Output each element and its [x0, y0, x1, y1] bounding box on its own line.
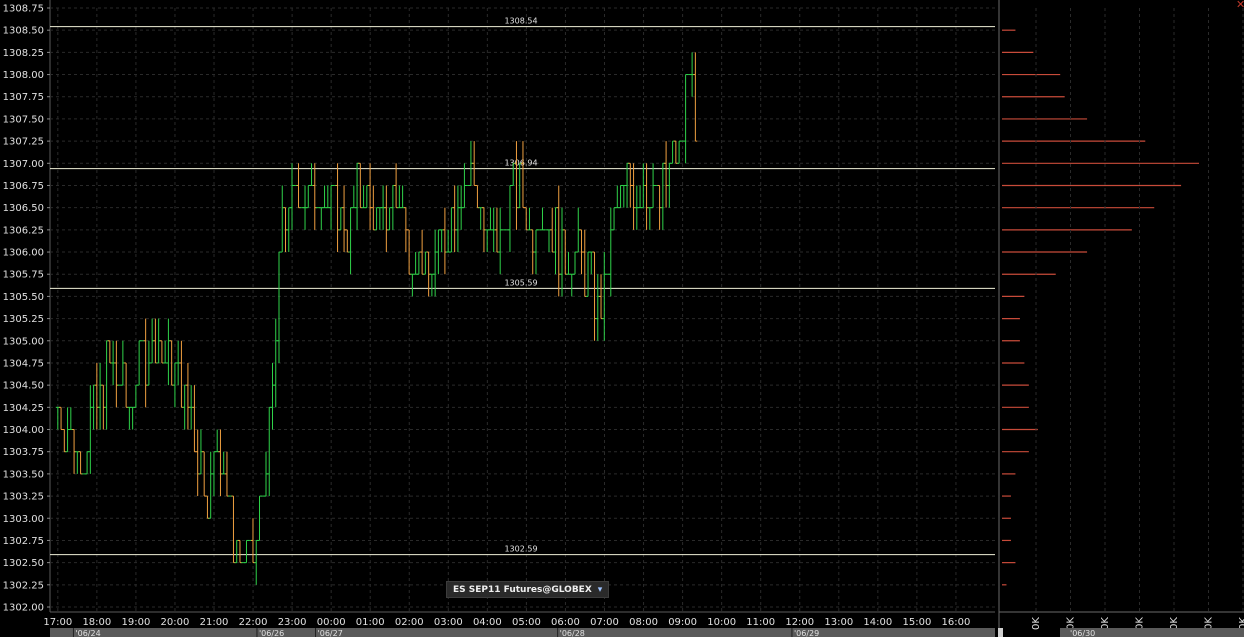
y-tick-label: 1302.00	[3, 603, 44, 614]
profile-tick-label: 0K	[1169, 617, 1180, 630]
y-tick-label: 1304.00	[3, 425, 44, 436]
y-tick-label: 1304.25	[3, 403, 44, 414]
y-tick-label: 1308.25	[3, 48, 44, 59]
x-tick-label: 08:00	[629, 617, 658, 628]
date-label: '06/29	[794, 629, 819, 637]
x-tick-label: 10:00	[707, 617, 736, 628]
profile-tick-label: 0K	[1066, 617, 1077, 630]
profile-date-label: '06/30	[1070, 629, 1095, 637]
profile-tick-label: 0K	[1031, 617, 1042, 630]
y-tick-label: 1305.25	[3, 314, 44, 325]
x-tick-label: 16:00	[942, 617, 971, 628]
y-tick-label: 1307.50	[3, 114, 44, 125]
y-tick-label: 1307.00	[3, 159, 44, 170]
x-tick-label: 09:00	[668, 617, 697, 628]
instrument-link-icon[interactable]: ▾	[598, 582, 603, 599]
y-tick-label: 1306.50	[3, 203, 44, 214]
x-tick-label: 12:00	[785, 617, 814, 628]
profile-tick-label: 0K	[1135, 617, 1146, 630]
profile-tick-label: 0K	[1204, 617, 1215, 630]
y-tick-label: 1305.75	[3, 270, 44, 281]
x-tick-label: 07:00	[590, 617, 619, 628]
x-tick-label: 14:00	[863, 617, 892, 628]
x-tick-label: 05:00	[512, 617, 541, 628]
profile-tick-label: 0K	[1238, 617, 1244, 630]
x-tick-label: 23:00	[278, 617, 307, 628]
level-label: 1302.59	[504, 545, 537, 554]
y-tick-label: 1307.75	[3, 92, 44, 103]
date-strip	[50, 628, 995, 637]
y-tick-label: 1303.50	[3, 469, 44, 480]
y-tick-label: 1303.75	[3, 447, 44, 458]
y-tick-label: 1304.50	[3, 381, 44, 392]
y-tick-label: 1304.75	[3, 358, 44, 369]
instrument-label[interactable]: ES SEP11 Futures@GLOBEX ▾	[446, 581, 610, 599]
x-tick-label: 21:00	[200, 617, 229, 628]
x-tick-label: 04:00	[473, 617, 502, 628]
x-tick-label: 11:00	[746, 617, 775, 628]
x-tick-label: 20:00	[161, 617, 190, 628]
x-tick-label: 06:00	[551, 617, 580, 628]
y-tick-label: 1303.25	[3, 492, 44, 503]
x-tick-label: 02:00	[395, 617, 424, 628]
y-tick-label: 1305.50	[3, 292, 44, 303]
date-label: '06/28	[560, 629, 585, 637]
level-label: 1308.54	[504, 17, 537, 26]
x-tick-label: 03:00	[434, 617, 463, 628]
date-label: '06/26	[259, 629, 284, 637]
date-label: '06/24	[75, 629, 100, 637]
instrument-label-text: ES SEP11 Futures@GLOBEX	[453, 585, 592, 595]
x-tick-label: 17:00	[43, 617, 72, 628]
x-tick-label: 18:00	[82, 617, 111, 628]
x-tick-label: 13:00	[824, 617, 853, 628]
y-tick-label: 1306.75	[3, 181, 44, 192]
y-tick-label: 1302.25	[3, 580, 44, 591]
y-tick-label: 1306.00	[3, 248, 44, 259]
y-tick-label: 1303.00	[3, 514, 44, 525]
profile-tick-label: 0K	[1100, 617, 1111, 630]
x-tick-label: 19:00	[121, 617, 150, 628]
y-tick-label: 1308.50	[3, 26, 44, 37]
y-tick-label: 1302.50	[3, 558, 44, 569]
x-tick-label: 15:00	[902, 617, 931, 628]
level-label: 1305.59	[504, 278, 537, 287]
y-tick-label: 1308.75	[3, 4, 44, 15]
y-tick-label: 1305.00	[3, 336, 44, 347]
y-tick-label: 1302.75	[3, 536, 44, 547]
y-tick-label: 1308.00	[3, 70, 44, 81]
x-tick-label: 00:00	[317, 617, 346, 628]
date-label: '06/27	[318, 629, 343, 637]
x-tick-label: 01:00	[356, 617, 385, 628]
x-tick-label: 22:00	[239, 617, 268, 628]
close-icon[interactable]: ✕	[1236, 0, 1244, 10]
y-tick-label: 1306.25	[3, 225, 44, 236]
profile-scroll-marker	[998, 628, 1003, 637]
y-tick-label: 1307.25	[3, 137, 44, 148]
price-chart: 1302.00 1302.25 1302.50 1302.75 1303.00 1303.…	[3, 0, 1244, 637]
